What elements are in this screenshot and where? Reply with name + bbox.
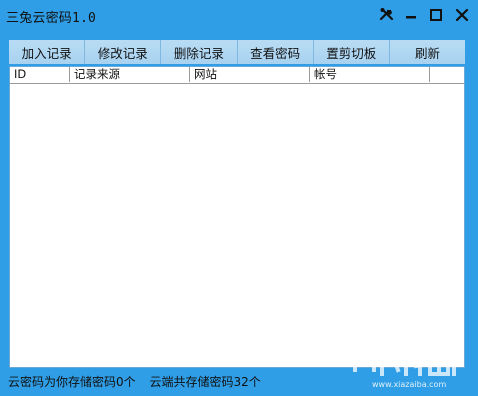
column-header-filler [430, 67, 464, 82]
close-button[interactable] [451, 4, 473, 26]
watermark-url: www.xiazaiba.com [372, 380, 447, 389]
local-count-status: 云密码为你存储密码0个 [8, 375, 136, 389]
tools-icon [379, 8, 394, 21]
add-record-button[interactable]: 加入记录 [9, 40, 86, 64]
maximize-button[interactable] [425, 4, 447, 26]
delete-record-button[interactable]: 删除记录 [161, 40, 238, 64]
app-window: 三兔云密码1.0 加入记录 修改记录 删除记录 查看密码 置剪切板 刷新 ID … [0, 0, 478, 396]
toolbar: 加入记录 修改记录 删除记录 查看密码 置剪切板 刷新 [9, 40, 466, 64]
column-header-website[interactable]: 网站 [190, 67, 310, 82]
maximize-icon [430, 9, 442, 21]
cloud-count-status: 云端共存储密码32个 [149, 375, 261, 389]
refresh-button[interactable]: 刷新 [389, 40, 466, 64]
minimize-icon [406, 16, 416, 19]
copy-clipboard-button[interactable]: 置剪切板 [313, 40, 390, 64]
column-header-id[interactable]: ID [10, 67, 70, 82]
settings-button[interactable] [376, 4, 398, 26]
minimize-button[interactable] [400, 4, 422, 26]
close-icon [455, 8, 469, 22]
view-password-button[interactable]: 查看密码 [237, 40, 314, 64]
list-header: ID 记录来源 网站 帐号 [10, 67, 464, 84]
status-bar: 云密码为你存储密码0个 云端共存储密码32个 [8, 373, 271, 390]
edit-record-button[interactable]: 修改记录 [85, 40, 162, 64]
column-header-source[interactable]: 记录来源 [70, 67, 190, 82]
title-bar[interactable]: 三兔云密码1.0 [0, 0, 478, 30]
window-title: 三兔云密码1.0 [6, 11, 97, 26]
records-list[interactable]: ID 记录来源 网站 帐号 [9, 66, 465, 368]
column-header-account[interactable]: 帐号 [310, 67, 430, 82]
